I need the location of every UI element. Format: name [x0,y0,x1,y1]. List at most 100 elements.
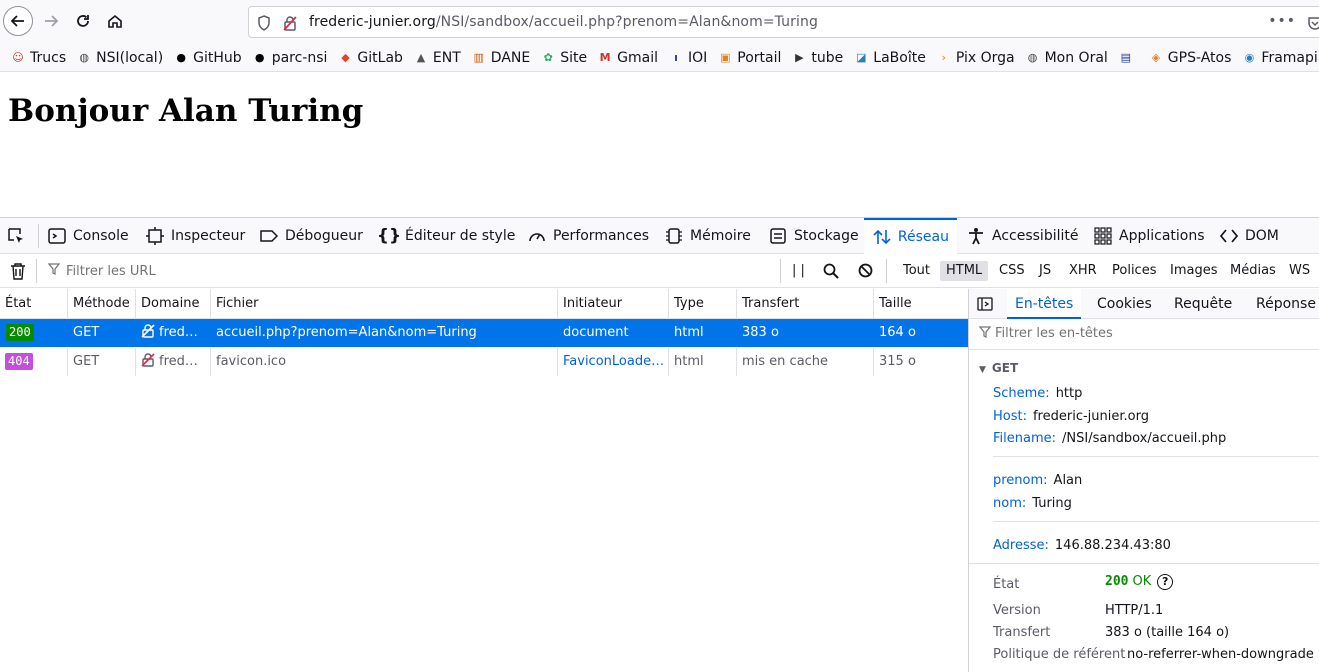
method-heading: GET [991,361,1019,375]
bookmark-label: Pix Orga [955,49,1015,66]
filter-type-css[interactable]: CSS [993,261,1031,281]
filter-type-xhr[interactable]: XHR [1063,261,1103,281]
column-header-methode[interactable]: Méthode [67,289,135,319]
toggle-sidebar-icon[interactable] [977,296,993,312]
tab-memoire[interactable]: Mémoire [664,218,751,254]
filter-type-tout[interactable]: Tout [897,261,936,281]
trash-icon[interactable] [10,262,26,280]
requests-table-header: État Méthode Domaine Fichier Initiateur … [0,289,968,319]
tab-reseau[interactable]: Réseau [864,218,957,254]
tracking-protection-shield-icon[interactable] [257,15,271,31]
url-bar[interactable]: frederic-junier.org/NSI/sandbox/accueil.… [248,6,1319,38]
forward-button[interactable] [36,6,66,36]
bookmark-item[interactable]: ◆ GitLab [337,50,403,66]
column-header-etat[interactable]: État [0,289,67,319]
navigation-toolbar: frederic-junier.org/NSI/sandbox/accueil.… [0,0,1319,44]
status-value: 200 OK? [1105,574,1174,590]
page-actions-menu-button[interactable]: ••• [1268,13,1296,29]
details-tab-requete[interactable]: Requête [1174,289,1232,319]
filter-type-medias[interactable]: Médias [1224,261,1282,281]
initiator-link[interactable]: FaviconLoader… [557,348,668,376]
tab-dom[interactable]: DOM [1219,218,1279,254]
braces-icon: {} [376,226,402,246]
tab-console[interactable]: Console [47,218,129,254]
column-header-initiateur[interactable]: Initiateur [557,289,668,319]
bookmark-item[interactable]: ▣ Portail [717,50,781,66]
chevron-right-icon: › [941,51,947,64]
tab-stockage[interactable]: Stockage [768,218,859,254]
block-icon[interactable] [858,263,873,282]
tab-label: Accessibilité [992,228,1079,244]
details-tab-cookies[interactable]: Cookies [1097,289,1152,319]
reload-button[interactable] [68,6,98,36]
home-button[interactable] [100,6,130,36]
bookmark-item[interactable]: ▥ DANE [471,50,531,66]
filter-type-html[interactable]: HTML [940,261,989,281]
reload-icon [77,15,89,27]
filter-type-polices[interactable]: Polices [1106,261,1162,281]
column-header-type[interactable]: Type [668,289,736,319]
bookmark-item[interactable]: ● GitHub [173,50,241,66]
bookmark-item[interactable]: › Pix Orga [936,50,1015,66]
bookmark-item[interactable]: ▤ [1118,50,1138,66]
filter-type-images[interactable]: Images [1164,261,1224,281]
table-row[interactable]: 404 GET fred… favicon.ico FaviconLoader…… [0,348,968,376]
back-button[interactable] [3,6,33,36]
filter-type-js[interactable]: JS [1033,261,1057,281]
url-filter-input[interactable]: Filtrer les URL [47,263,156,279]
tab-label: Stockage [794,228,859,244]
initiator-cell: document [563,325,629,340]
bookmark-item[interactable]: ● parc-nsi [252,50,328,66]
tab-inspecteur[interactable]: Inspecteur [145,218,245,254]
headers-filter-input[interactable]: Filtrer les en-têtes [978,326,1113,341]
bookmark-item[interactable]: ▶ tube [791,50,843,66]
column-header-fichier[interactable]: Fichier [210,289,557,319]
tab-applications[interactable]: Applications [1093,218,1205,254]
type-cell: html [674,325,704,340]
bookmark-item[interactable]: ◪ LaBoîte [853,50,926,66]
filter-type-ws[interactable]: WS [1283,261,1316,281]
tab-label: Réseau [897,229,949,245]
details-tab-reponse[interactable]: Réponse [1256,289,1316,319]
triangle-down-icon: ▼ [979,365,986,375]
get-section-toggle[interactable]: ▼ GET [979,361,1018,375]
help-icon[interactable]: ? [1157,574,1174,590]
bookmark-item[interactable]: ◍ NSI(local) [76,50,163,66]
bookmark-item[interactable]: M Gmail [597,50,658,66]
pause-button[interactable]: | | [792,263,805,278]
bookmark-label: ENT [432,49,461,66]
search-icon[interactable] [823,263,839,283]
tab-editeur-de-style[interactable]: {} Éditeur de style [376,218,515,254]
bookmark-item[interactable]: ◍ Mon Oral [1025,50,1108,66]
bookmark-label: Site [560,49,588,66]
url-text[interactable]: frederic-junier.org/NSI/sandbox/accueil.… [309,14,818,30]
table-row[interactable]: 200 GET fred… accueil.php?prenom=Alan&no… [0,319,968,347]
github-icon: ● [176,51,186,64]
column-header-taille[interactable]: Taille [873,289,968,319]
column-header-domaine[interactable]: Domaine [135,289,210,319]
bookmark-item[interactable]: ✿ Site [540,49,588,66]
bookmark-item[interactable]: ☺ Trucs [10,50,66,66]
scheme-value: http [1055,386,1083,401]
url-path: /NSI/sandbox/accueil.php?prenom=Alan&nom… [435,14,818,30]
funnel-icon [978,326,995,341]
bookmark-item[interactable]: ◉ Framapi [1241,50,1318,66]
bookmark-item[interactable]: ı IOI [668,50,707,66]
tab-accessibilite[interactable]: Accessibilité [966,218,1078,254]
tab-label: Applications [1119,228,1205,244]
filename-row: Filename: /NSI/sandbox/accueil.php [993,431,1226,446]
insecure-lock-icon[interactable] [283,15,297,31]
ent-icon: ▲ [416,51,426,64]
column-header-transfert[interactable]: Transfert [736,289,873,319]
pocket-icon[interactable] [1308,15,1319,31]
tab-performances[interactable]: Performances [527,218,649,254]
headers-filter-placeholder: Filtrer les en-têtes [995,326,1113,341]
element-picker-icon[interactable] [6,226,26,246]
tab-debogueur[interactable]: Débogueur [259,218,363,254]
bookmark-item[interactable]: ◈ GPS-Atos [1148,50,1232,66]
bookmark-label: Portail [737,49,782,66]
details-tab-en-tetes[interactable]: En-têtes [1007,289,1082,319]
storage-icon [768,226,788,246]
bookmark-item[interactable]: ▲ ENT [413,50,461,66]
param-label: nom: [993,496,1027,511]
